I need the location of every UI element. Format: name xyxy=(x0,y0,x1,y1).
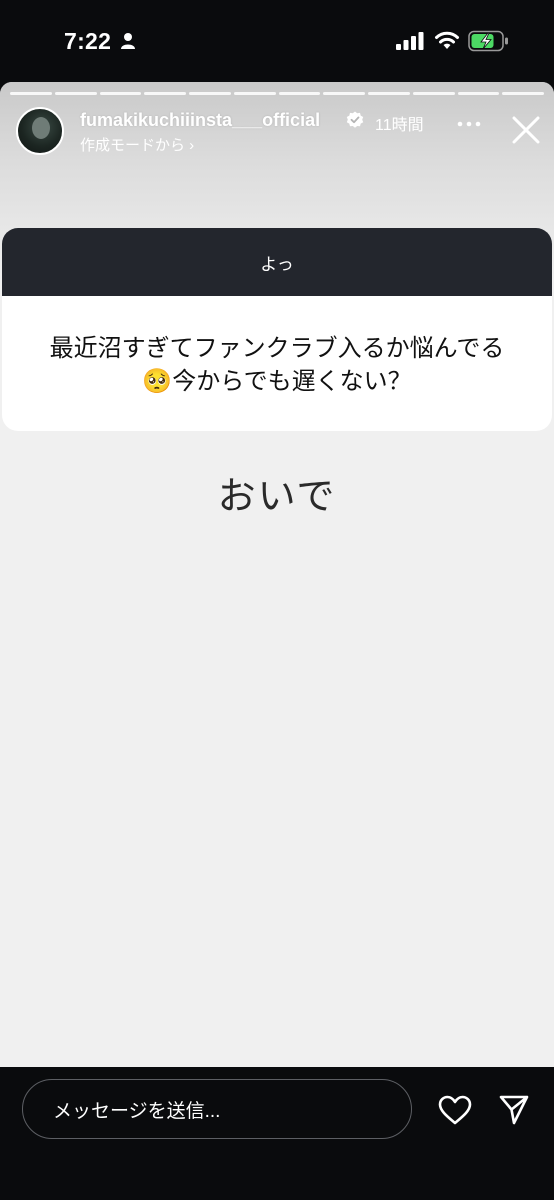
username[interactable]: fumakikuchiiinsta___official xyxy=(80,110,320,131)
signal-icon xyxy=(396,32,424,50)
battery-charging-icon xyxy=(468,30,508,52)
progress-segment xyxy=(54,92,97,95)
progress-segment xyxy=(99,92,142,95)
bottom-bar: メッセージを送信... xyxy=(0,1067,554,1200)
status-time: 7:22 xyxy=(64,28,112,54)
create-mode-link[interactable]: 作成モードから › xyxy=(80,134,194,155)
progress-segment xyxy=(457,92,500,95)
avatar[interactable] xyxy=(16,107,64,155)
progress-segment xyxy=(368,92,410,95)
heart-icon[interactable] xyxy=(438,1095,472,1125)
question-prompt: よっ xyxy=(2,228,552,296)
status-bar: 7:22 xyxy=(0,0,554,82)
progress-segment xyxy=(412,92,455,95)
answer-text: おいで xyxy=(217,476,337,518)
more-options-icon[interactable] xyxy=(456,120,482,128)
question-text: 最近沼すぎてファンクラブ入るか悩んでる 🥺今からでも遅くない？ xyxy=(2,296,552,398)
message-input[interactable]: メッセージを送信... xyxy=(22,1079,412,1139)
close-icon[interactable] xyxy=(511,115,541,145)
question-line-1: 最近沼すぎてファンクラブ入るか悩んでる xyxy=(49,335,505,362)
progress-segment xyxy=(278,92,321,95)
story-view[interactable]: fumakikuchiiinsta___official 11時間 作成モードか… xyxy=(0,82,554,1067)
verified-badge-icon xyxy=(346,111,364,128)
progress-segment xyxy=(323,92,365,95)
question-sticker: よっ 最近沼すぎてファンクラブ入るか悩んでる 🥺今からでも遅くない？ xyxy=(2,228,552,431)
question-line-2: 🥺今からでも遅くない？ xyxy=(142,368,412,395)
avatar-face xyxy=(32,117,50,139)
progress-segment xyxy=(144,92,186,95)
progress-segment xyxy=(233,92,276,95)
progress-segment xyxy=(189,92,231,95)
progress-segment xyxy=(502,92,544,95)
send-icon[interactable] xyxy=(498,1094,530,1126)
wifi-icon xyxy=(435,31,459,49)
person-icon xyxy=(121,33,135,49)
post-time: 11時間 xyxy=(375,117,424,134)
progress-segment xyxy=(10,92,52,95)
story-progress-bar xyxy=(10,92,544,95)
